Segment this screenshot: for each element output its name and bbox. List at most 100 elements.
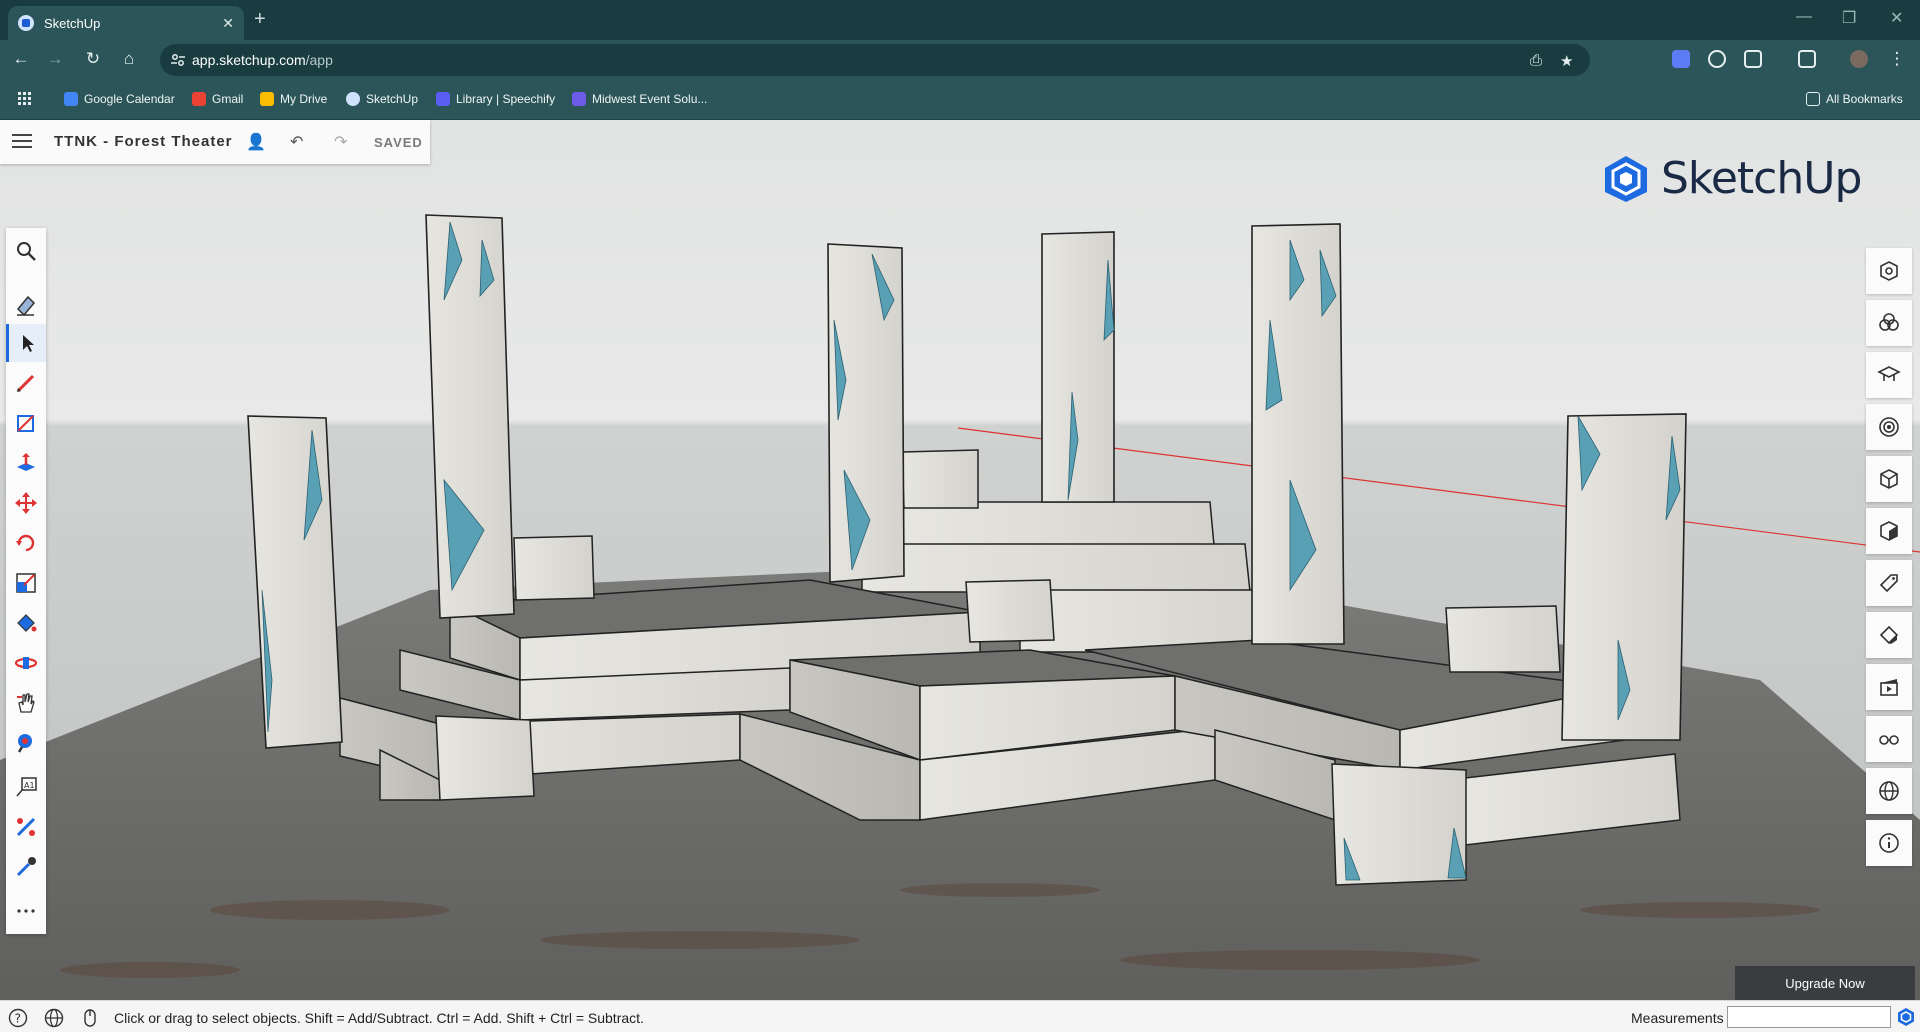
eyedropper-tool[interactable] [6, 848, 46, 886]
bookmark-midwest-event[interactable]: Midwest Event Solu... [572, 92, 707, 106]
model-info-button[interactable] [1866, 820, 1912, 866]
scenes-button[interactable] [1866, 456, 1912, 502]
move-tool[interactable] [6, 484, 46, 522]
all-bookmarks[interactable]: All Bookmarks [1806, 92, 1903, 106]
model-name[interactable]: TTNK - Forest Theater [54, 133, 233, 150]
search-icon [17, 242, 36, 261]
paint-bucket-tool[interactable] [6, 604, 46, 642]
sketchup-logo: SketchUp [1603, 153, 1862, 204]
scale-tool[interactable] [6, 564, 46, 602]
forward-icon[interactable]: → [44, 49, 66, 69]
close-window-icon[interactable]: ✕ [1890, 8, 1903, 28]
scale-icon [16, 573, 36, 593]
tab-search-icon[interactable] [1798, 50, 1816, 68]
measurements-input[interactable] [1727, 1006, 1891, 1028]
url-text[interactable]: app.sketchup.com/app [192, 52, 333, 68]
materials-button[interactable] [1866, 612, 1912, 658]
zoom-extents-tool[interactable] [6, 724, 46, 762]
profile-avatar[interactable] [1850, 50, 1868, 68]
eraser-tool[interactable] [6, 286, 46, 324]
bookmark-gmail[interactable]: Gmail [192, 92, 243, 106]
hamburger-menu-icon[interactable] [12, 134, 32, 150]
components-icon [1879, 313, 1899, 331]
pencil-tool[interactable] [6, 364, 46, 402]
more-tools[interactable] [6, 892, 46, 930]
solid-tools-button[interactable] [1866, 508, 1912, 554]
left-toolbar: A1 [6, 228, 46, 934]
browser-tab-strip: SketchUp ✕ + — ❐ ✕ [0, 0, 1920, 40]
grammarly-extension-icon[interactable] [1708, 50, 1726, 68]
bookmark-speechify[interactable]: Library | Speechify [436, 92, 555, 106]
tab-title: SketchUp [44, 15, 101, 31]
eyedropper-icon [16, 857, 36, 877]
share-user-icon[interactable]: 👤 [246, 132, 266, 152]
pencil-icon [16, 374, 35, 393]
rectangle-tool[interactable] [6, 404, 46, 442]
pan-tool[interactable] [6, 684, 46, 722]
materials-icon [1879, 625, 1899, 645]
move-icon [15, 492, 37, 514]
speechify-icon [436, 92, 450, 106]
language-globe-icon[interactable] [44, 1008, 64, 1028]
help-icon[interactable]: ? [8, 1008, 28, 1028]
tags-button[interactable] [1866, 560, 1912, 606]
site-settings-icon[interactable] [170, 52, 186, 68]
animation-icon [1880, 679, 1898, 696]
address-bar[interactable]: app.sketchup.com/app ⎙ ★ [160, 44, 1590, 76]
instructor-icon [1877, 366, 1901, 381]
instructor-button[interactable] [1866, 352, 1912, 398]
tape-measure-icon [16, 817, 36, 837]
tape-measure-tool[interactable] [6, 808, 46, 846]
restore-icon[interactable]: ❐ [1842, 8, 1856, 28]
bookmark-sketchup[interactable]: SketchUp [346, 92, 418, 106]
orbit-tool[interactable] [6, 644, 46, 682]
right-panel-toolbar [1866, 248, 1914, 866]
extensions-icon[interactable] [1744, 50, 1762, 68]
model-title-bar: TTNK - Forest Theater 👤 ↶ ↷ SAVED [0, 120, 430, 164]
orbit-icon [14, 657, 38, 669]
modeling-viewport[interactable] [0, 120, 1920, 1000]
entity-info-button[interactable] [1866, 248, 1912, 294]
more-icon [17, 909, 35, 913]
back-icon[interactable]: ← [10, 49, 32, 69]
home-icon[interactable]: ⌂ [118, 49, 140, 69]
status-message: Click or drag to select objects. Shift =… [114, 1010, 644, 1026]
speechify-extension-icon[interactable] [1672, 50, 1690, 68]
bookmark-my-drive[interactable]: My Drive [260, 92, 327, 106]
browser-tab[interactable]: SketchUp ✕ [8, 6, 244, 40]
animation-button[interactable] [1866, 664, 1912, 710]
minimize-icon[interactable]: — [1796, 8, 1812, 26]
geo-location-button[interactable] [1866, 768, 1912, 814]
select-tool[interactable] [6, 324, 46, 362]
measurements-label: Measurements [1631, 1010, 1724, 1026]
new-tab-button[interactable]: + [254, 8, 266, 31]
push-pull-tool[interactable] [6, 444, 46, 482]
bookmark-google-calendar[interactable]: Google Calendar [64, 92, 175, 106]
redo-icon[interactable]: ↷ [334, 132, 347, 152]
tags-icon [1879, 574, 1898, 593]
install-app-icon[interactable]: ⎙ [1530, 52, 1542, 69]
reload-icon[interactable]: ↻ [82, 49, 104, 69]
browser-toolbar: ← → ↻ ⌂ app.sketchup.com/app ⎙ ★ ⋮ [0, 40, 1920, 80]
select-arrow-icon [22, 335, 34, 352]
undo-icon[interactable]: ↶ [290, 132, 303, 152]
rotate-tool[interactable] [6, 524, 46, 562]
svg-text:?: ? [15, 1012, 21, 1026]
upgrade-now-button[interactable]: Upgrade Now [1735, 966, 1915, 1000]
tab-close-icon[interactable]: ✕ [222, 15, 234, 32]
display-icon [1879, 735, 1899, 745]
solid-tools-icon [1880, 521, 1898, 541]
text-tool[interactable]: A1 [6, 768, 46, 806]
apps-grid-icon[interactable] [18, 92, 32, 106]
gmail-icon [192, 92, 206, 106]
styles-button[interactable] [1866, 404, 1912, 450]
display-button[interactable] [1866, 716, 1912, 762]
folder-icon [1806, 92, 1820, 106]
search-tool[interactable] [6, 232, 46, 270]
bookmark-star-icon[interactable]: ★ [1560, 52, 1573, 70]
zoom-extents-icon [17, 734, 32, 753]
components-button[interactable] [1866, 300, 1912, 346]
browser-menu-icon[interactable]: ⋮ [1886, 49, 1908, 69]
text-icon: A1 [16, 777, 37, 797]
mouse-icon[interactable] [80, 1008, 100, 1028]
